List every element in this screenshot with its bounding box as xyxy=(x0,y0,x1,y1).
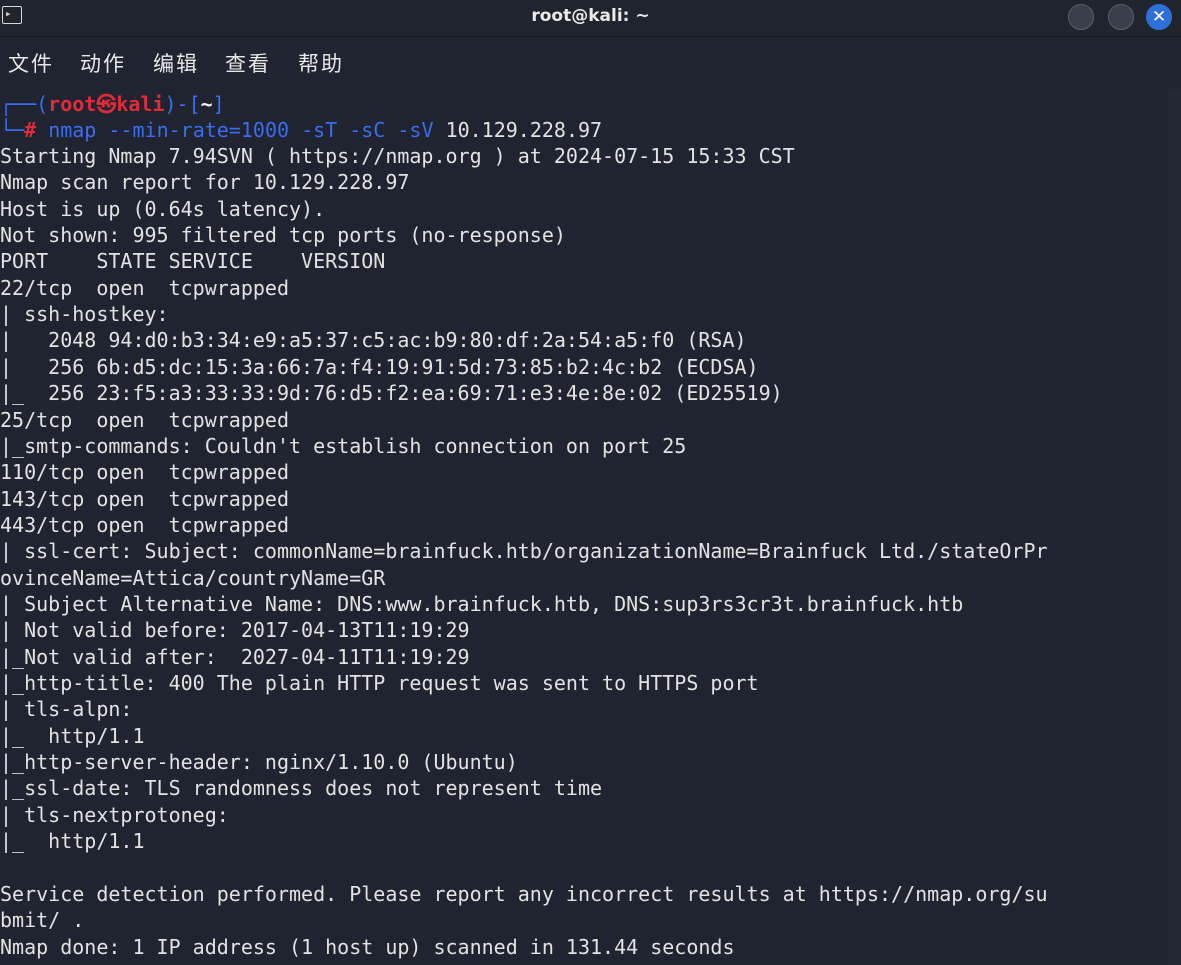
output-line: | ssl-cert: Subject: commonName=brainfuc… xyxy=(0,539,1048,564)
command-target: 10.129.228.97 xyxy=(445,118,603,142)
output-line: |_ http/1.1 xyxy=(0,723,145,748)
output-line: Starting Nmap 7.94SVN ( https://nmap.org… xyxy=(0,144,795,168)
output-line: |_smtp-commands: Couldn't establish conn… xyxy=(0,433,687,458)
maximize-button[interactable] xyxy=(1108,4,1134,30)
title-bar: ▸ root@kali: ~ ✕ xyxy=(0,0,1181,37)
prompt-dir: ~ xyxy=(200,92,213,116)
command-args: --min-rate=1000 -sT -sC -sV xyxy=(108,118,434,142)
prompt-frame-mid: )-[ xyxy=(164,92,201,116)
output-line: |_ 256 23:f5:a3:33:33:9d:76:d5:f2:ea:69:… xyxy=(0,381,783,406)
prompt-frame-close: ] xyxy=(212,92,225,116)
output-line: | 2048 94:d0:b3:34:e9:a5:37:c5:ac:b9:80:… xyxy=(0,328,747,353)
menu-help[interactable]: 帮助 xyxy=(298,48,344,78)
output-line: | Not valid before: 2017-04-13T11:19:29 xyxy=(0,618,470,643)
menu-view[interactable]: 查看 xyxy=(225,48,271,78)
output-line: | tls-alpn: xyxy=(0,697,133,722)
output-line: PORT STATE SERVICE VERSION xyxy=(0,249,386,274)
prompt-frame-bottom: └─ xyxy=(0,118,25,142)
menu-actions[interactable]: 动作 xyxy=(80,48,126,78)
output-line: bmit/ . xyxy=(0,908,85,933)
output-line: |_http-title: 400 The plain HTTP request… xyxy=(0,671,759,695)
minimize-button[interactable] xyxy=(1068,4,1094,30)
scrollbar[interactable] xyxy=(1168,89,1181,965)
output-line: 143/tcp open tcpwrapped xyxy=(0,486,289,511)
menu-edit[interactable]: 编辑 xyxy=(153,48,199,78)
window-title: root@kali: ~ xyxy=(531,6,650,26)
prompt-frame-open: ┌──( xyxy=(0,92,49,116)
output-line: |_http-server-header: nginx/1.10.0 (Ubun… xyxy=(0,750,518,775)
output-line: 22/tcp open tcpwrapped xyxy=(0,275,289,300)
output-line: | ssh-hostkey: xyxy=(0,302,169,327)
terminal-output[interactable]: ┌──(root㉿kali)-[~] └─# nmap --min-rate=1… xyxy=(0,89,1168,965)
output-line: 25/tcp open tcpwrapped xyxy=(0,407,289,432)
output-line: ovinceName=Attica/countryName=GR xyxy=(0,565,386,590)
prompt-line-1: ┌──(root㉿kali)-[~] xyxy=(0,91,225,117)
command-name: nmap xyxy=(48,118,97,142)
close-button[interactable]: ✕ xyxy=(1146,4,1172,30)
output-line: 443/tcp open tcpwrapped xyxy=(0,512,289,537)
output-line: 110/tcp open tcpwrapped xyxy=(0,460,289,485)
output-line: | 256 6b:d5:dc:15:3a:66:7a:f4:19:91:5d:7… xyxy=(0,354,759,379)
output-line: Nmap scan report for 10.129.228.97 xyxy=(0,170,410,195)
prompt-user: root㉿kali xyxy=(48,92,165,116)
output-line: |_ssl-date: TLS randomness does not repr… xyxy=(0,776,603,801)
close-icon: ✕ xyxy=(1151,7,1167,27)
menu-file[interactable]: 文件 xyxy=(8,48,54,78)
menu-bar: 文件 动作 编辑 查看 帮助 xyxy=(0,37,1181,89)
prompt-line-2: └─# nmap --min-rate=1000 -sT -sC -sV 10.… xyxy=(0,117,602,143)
output-line: | tls-nextprotoneg: xyxy=(0,802,229,827)
output-line: Host is up (0.64s latency). xyxy=(0,196,326,221)
output-line: |_ http/1.1 xyxy=(0,829,145,854)
prompt-hash: # xyxy=(24,118,37,142)
output-line: Nmap done: 1 IP address (1 host up) scan… xyxy=(0,934,735,959)
output-line: | Subject Alternative Name: DNS:www.brai… xyxy=(0,591,964,616)
output-line: |_Not valid after: 2027-04-11T11:19:29 xyxy=(0,644,470,669)
output-line: Service detection performed. Please repo… xyxy=(0,881,1048,906)
output-line: Not shown: 995 filtered tcp ports (no-re… xyxy=(0,223,566,248)
